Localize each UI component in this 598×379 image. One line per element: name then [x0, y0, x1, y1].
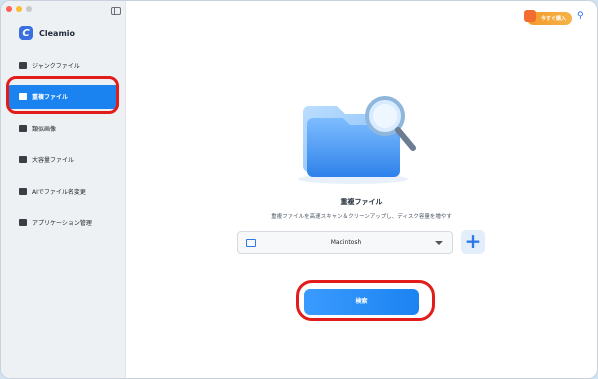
location-select[interactable]: Macintosh: [237, 231, 453, 254]
ai-folder-icon: [19, 187, 27, 195]
main-panel: 今すぐ購入 ⚲ 重複ファイル 重複ファイルを高速スキャン＆クリーンアップし、ディ…: [126, 1, 597, 378]
sidebar-item-label: ジャンクファイル: [32, 62, 80, 70]
chevron-down-icon: [435, 241, 443, 245]
sidebar-item-similar-images[interactable]: 類似画像: [7, 116, 119, 140]
add-location-button[interactable]: +: [461, 230, 485, 254]
sidebar-toggle-icon[interactable]: [111, 7, 121, 15]
close-window-button[interactable]: [6, 6, 12, 12]
page-subtitle: 重複ファイルを高速スキャン＆クリーンアップし、ディスク容量を増やす: [271, 214, 452, 220]
duplicate-folder-illustration: [298, 96, 416, 184]
minimize-window-button[interactable]: [16, 6, 22, 12]
app-icon: [19, 219, 27, 226]
sidebar-item-label: 大容量ファイル: [32, 157, 75, 164]
cleamio-logo-icon: C: [19, 26, 33, 40]
gift-icon: [523, 10, 536, 22]
sidebar-item-junk-files[interactable]: ジャンクファイル: [7, 53, 119, 77]
sidebar-item-ai-rename[interactable]: AIでファイル名変更: [7, 179, 119, 203]
key-icon[interactable]: ⚲: [577, 12, 586, 21]
sidebar-item-app-management[interactable]: アプリケーション管理: [7, 211, 119, 235]
sidebar-item-label: アプリケーション管理: [32, 220, 92, 227]
brand: C Cleamio: [19, 26, 75, 40]
highlight-annotation: [6, 76, 119, 114]
highlight-annotation: [296, 280, 435, 321]
image-icon: [19, 124, 27, 132]
location-value: Macintosh: [330, 239, 362, 246]
broom-icon: [19, 61, 27, 69]
sidebar-item-large-files[interactable]: 大容量ファイル: [7, 148, 119, 172]
sidebar-item-label: 類似画像: [32, 125, 57, 133]
sidebar-item-label: AIでファイル名変更: [32, 188, 86, 196]
zoom-window-button[interactable]: [26, 6, 32, 12]
app-name: Cleamio: [39, 28, 76, 38]
buy-now-label: 今すぐ購入: [540, 16, 566, 22]
archive-icon: [19, 156, 27, 163]
page-title: 重複ファイル: [340, 198, 383, 206]
app-window: C Cleamio ジャンクファイル 重複ファイル 類似画像 大容量ファイル A…: [1, 1, 597, 378]
window-controls: [6, 6, 32, 12]
buy-now-button[interactable]: 今すぐ購入: [523, 10, 572, 25]
sidebar: C Cleamio ジャンクファイル 重複ファイル 類似画像 大容量ファイル A…: [1, 1, 126, 378]
